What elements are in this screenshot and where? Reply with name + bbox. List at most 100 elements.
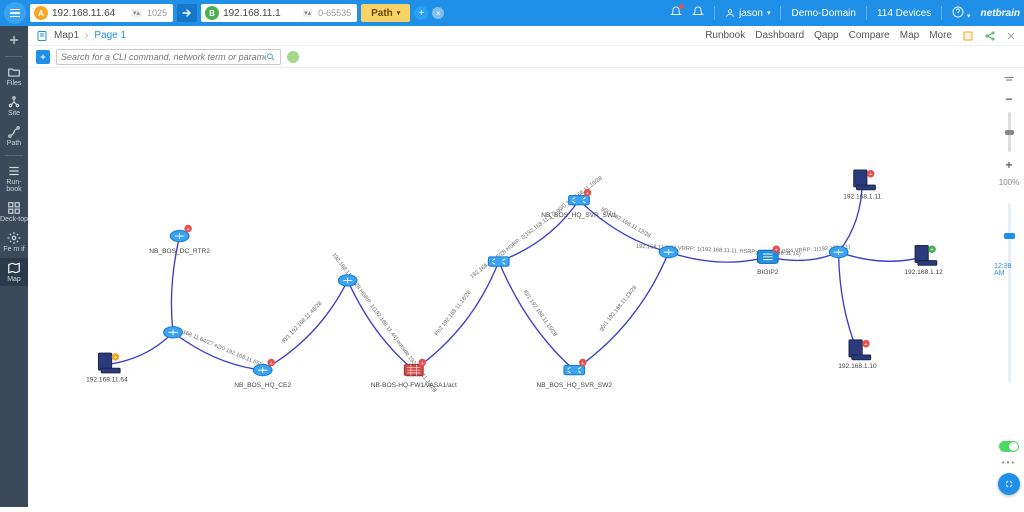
node-label: BIGIP2 [757, 269, 779, 276]
dest-address-field[interactable]: B 192.168.11.1 ▾▴ 0-65535 [201, 4, 357, 22]
add-path-button[interactable]: + [414, 6, 428, 20]
menu-compare[interactable]: Compare [849, 30, 890, 41]
topology-link[interactable] [574, 252, 668, 370]
search-input[interactable] [61, 52, 266, 62]
breadcrumb-page[interactable]: Page 1 [94, 30, 126, 41]
topology-link[interactable] [839, 252, 858, 351]
sidebar-item-runbook[interactable]: Run-book [0, 161, 28, 196]
help-icon[interactable]: ▾ [952, 6, 970, 21]
grid-icon [7, 201, 21, 215]
zoom-percent-label: 100% [999, 178, 1019, 187]
topology-link[interactable] [348, 280, 414, 370]
topology-link[interactable] [263, 280, 348, 370]
breadcrumb-map[interactable]: Map1 [54, 30, 79, 41]
topology-link[interactable] [173, 332, 263, 370]
topology-link[interactable] [348, 280, 414, 370]
domain-menu[interactable]: Demo-Domain [791, 8, 855, 19]
topology-node[interactable]: +192.168.1.11 [843, 170, 881, 200]
user-name: jason [739, 8, 763, 19]
zoom-slider[interactable] [1008, 112, 1011, 152]
go-button[interactable] [177, 4, 197, 22]
topology-node[interactable] [659, 246, 678, 257]
topology-canvas[interactable]: 192.168.11.64/27 e2/0 192.168.11.65/29f0… [28, 68, 994, 507]
search-toggle-button[interactable] [36, 50, 50, 64]
topology-node[interactable] [829, 246, 848, 257]
topology-link[interactable] [839, 252, 858, 351]
menu-more[interactable]: More [929, 30, 952, 41]
alerts-icon[interactable] [670, 6, 682, 21]
breadcrumb-bar: Map1 › Page 1 Runbook Dashboard Qapp Com… [28, 26, 1024, 46]
close-icon[interactable] [1006, 31, 1016, 41]
topology-node[interactable]: +NB_BOS_HQ_SVR_SW2 [537, 359, 613, 389]
search-extra-button[interactable] [287, 51, 299, 63]
topology-node[interactable]: +NB_BOS_DC_RTR2 [149, 225, 210, 255]
menu-dashboard[interactable]: Dashboard [755, 30, 804, 41]
share-icon[interactable] [984, 30, 996, 42]
router-icon [829, 246, 848, 257]
topology-link[interactable] [499, 262, 575, 371]
sidebar-item-map[interactable]: Map [0, 258, 28, 286]
source-ip-text: 192.168.11.64 [52, 8, 132, 19]
topology-link[interactable] [499, 200, 579, 261]
user-menu[interactable]: jason ▾ [725, 8, 770, 19]
topology-node[interactable]: +192.168.11.64 [86, 353, 128, 383]
path-button-label: Path [371, 8, 393, 19]
sidebar-item-desktop[interactable]: Deck-top [0, 198, 28, 226]
topology-link[interactable] [499, 200, 579, 261]
zoom-out-button[interactable]: − [1005, 92, 1012, 106]
topology-link[interactable] [839, 181, 863, 252]
topology-node[interactable]: +192.168.1.10 [838, 340, 877, 370]
live-toggle[interactable] [999, 441, 1019, 452]
user-icon [725, 8, 735, 18]
breadcrumb-sep-icon: › [85, 30, 88, 41]
topology-node[interactable] [338, 275, 357, 286]
notifications-icon[interactable] [692, 6, 704, 21]
topbar-right: jason ▾ Demo-Domain 114 Devices ▾ netbra… [670, 6, 1020, 21]
topology-node[interactable]: +BIGIP2 [757, 245, 780, 275]
sidebar-item-site[interactable]: Site [0, 92, 28, 120]
search-input-wrapper [56, 49, 281, 65]
menu-qapp[interactable]: Qapp [814, 30, 838, 41]
topology-link[interactable] [499, 262, 575, 371]
link-label: f0/1 192.168.11.15/28 [522, 289, 558, 337]
sidebar-item-files[interactable]: Files [0, 62, 28, 90]
topology-link[interactable] [414, 262, 499, 371]
sidebar-add-button[interactable] [0, 30, 28, 51]
sidebar-item-femif[interactable]: Fe m if [0, 228, 28, 256]
time-handle[interactable] [1004, 233, 1015, 239]
topology-link[interactable] [263, 280, 348, 370]
node-label: 192.168.1.10 [838, 363, 877, 370]
source-badge-icon: A [34, 6, 48, 20]
path-button[interactable]: Path ▾ [361, 4, 410, 22]
menu-runbook[interactable]: Runbook [705, 30, 745, 41]
recenter-button[interactable] [998, 473, 1020, 495]
zoom-in-button[interactable]: + [1005, 158, 1012, 172]
popout-icon[interactable] [962, 30, 974, 42]
topology-link[interactable] [839, 252, 924, 261]
menu-map[interactable]: Map [900, 30, 919, 41]
topology-node[interactable] [488, 257, 509, 266]
dest-ip-text: 192.168.11.1 [223, 8, 303, 19]
dest-badge-icon: B [205, 6, 219, 20]
search-icon[interactable] [266, 52, 276, 62]
link-label: Po2 192.168.11.18/28 [434, 290, 473, 337]
site-icon [7, 95, 21, 109]
topology-node[interactable] [164, 327, 183, 338]
topology-link[interactable] [173, 332, 263, 370]
devices-link[interactable]: 114 Devices [877, 8, 931, 19]
reset-zoom-button[interactable] [1003, 74, 1015, 86]
source-address-field[interactable]: A 192.168.11.64 ▾▴ 1025 [30, 4, 173, 22]
main-menu-button[interactable] [4, 2, 26, 24]
time-slider[interactable] [1008, 203, 1011, 383]
map-doc-icon [36, 30, 48, 42]
sidebar-item-path[interactable]: Path [0, 122, 28, 150]
close-path-button[interactable]: × [432, 7, 444, 19]
more-menu-button[interactable]: ••• [1002, 458, 1016, 467]
switch-icon [488, 257, 509, 266]
topology-link[interactable] [414, 262, 499, 371]
topology-link[interactable] [574, 252, 668, 370]
topology-node[interactable]: +192.168.1.12 [904, 245, 943, 275]
topology-link[interactable] [839, 181, 863, 252]
zoom-handle[interactable] [1005, 130, 1014, 135]
node-label: 192.168.1.12 [904, 269, 943, 276]
